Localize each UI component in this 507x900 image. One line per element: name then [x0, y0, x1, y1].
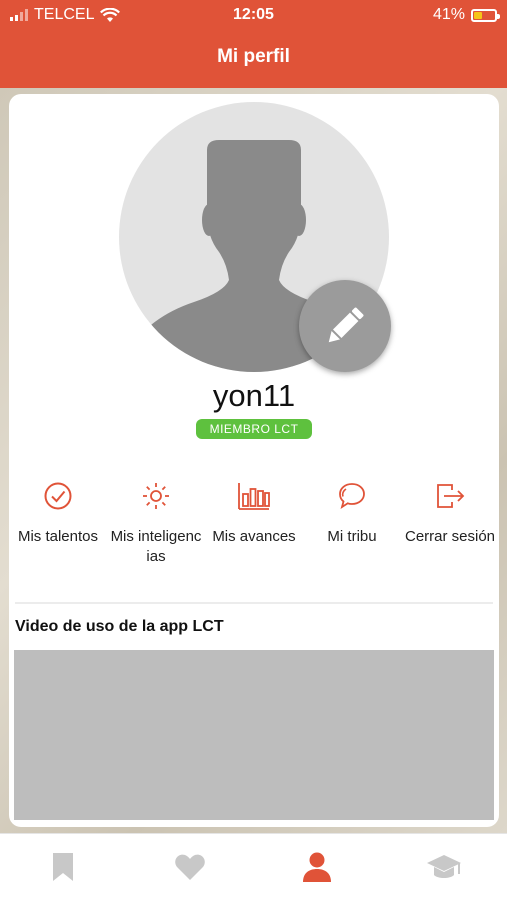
person-icon [302, 852, 331, 882]
chat-bubbles-icon [339, 483, 365, 510]
logout-icon [437, 484, 465, 508]
action-mis-talentos[interactable]: Mis talentos [9, 479, 107, 567]
action-label: Mis avances [212, 528, 296, 545]
sun-icon [143, 483, 169, 509]
tab-profile[interactable] [254, 834, 381, 900]
battery-icon [471, 8, 500, 22]
bar-chart-icon [238, 483, 270, 510]
battery-info: 41% [432, 6, 500, 24]
tab-bookmarks[interactable] [0, 834, 127, 900]
page-title: Mi perfil [217, 46, 290, 67]
edit-avatar-button[interactable] [299, 280, 391, 372]
action-label: Mis talentos [17, 528, 99, 545]
tab-bar [0, 833, 507, 900]
username: yon11 [212, 378, 296, 413]
heart-icon [175, 854, 205, 880]
member-badge: MIEMBRO LCT [196, 419, 312, 439]
action-mis-inteligencias[interactable]: Mis inteligencias [107, 479, 205, 567]
divider [15, 602, 493, 604]
top-bar: TELCEL 12:05 41% Mi perfil [0, 0, 507, 88]
action-cerrar-sesion[interactable]: Cerrar sesión [401, 479, 499, 567]
pencil-icon [328, 307, 364, 343]
tab-courses[interactable] [380, 834, 507, 900]
check-circle-icon [44, 482, 72, 510]
profile-actions: Mis talentos Mis inteligencias Mis avanc… [9, 479, 499, 567]
tab-favorites[interactable] [127, 834, 254, 900]
status-bar: TELCEL 12:05 41% [0, 0, 507, 30]
video-player[interactable] [14, 650, 494, 820]
action-label: Cerrar sesión [404, 528, 496, 545]
battery-percent: 41% [432, 6, 465, 23]
action-mi-tribu[interactable]: Mi tribu [303, 479, 401, 567]
bookmark-icon [53, 853, 74, 881]
action-label: Mi tribu [327, 528, 377, 545]
profile-card: yon11 MIEMBRO LCT Mis talentos Mis intel… [9, 94, 499, 827]
action-label: Mis inteligencias [110, 528, 202, 565]
action-mis-avances[interactable]: Mis avances [205, 479, 303, 567]
video-section-title: Video de uso de la app LCT [15, 618, 224, 635]
clock: 12:05 [233, 6, 274, 23]
graduation-cap-icon [426, 855, 461, 878]
